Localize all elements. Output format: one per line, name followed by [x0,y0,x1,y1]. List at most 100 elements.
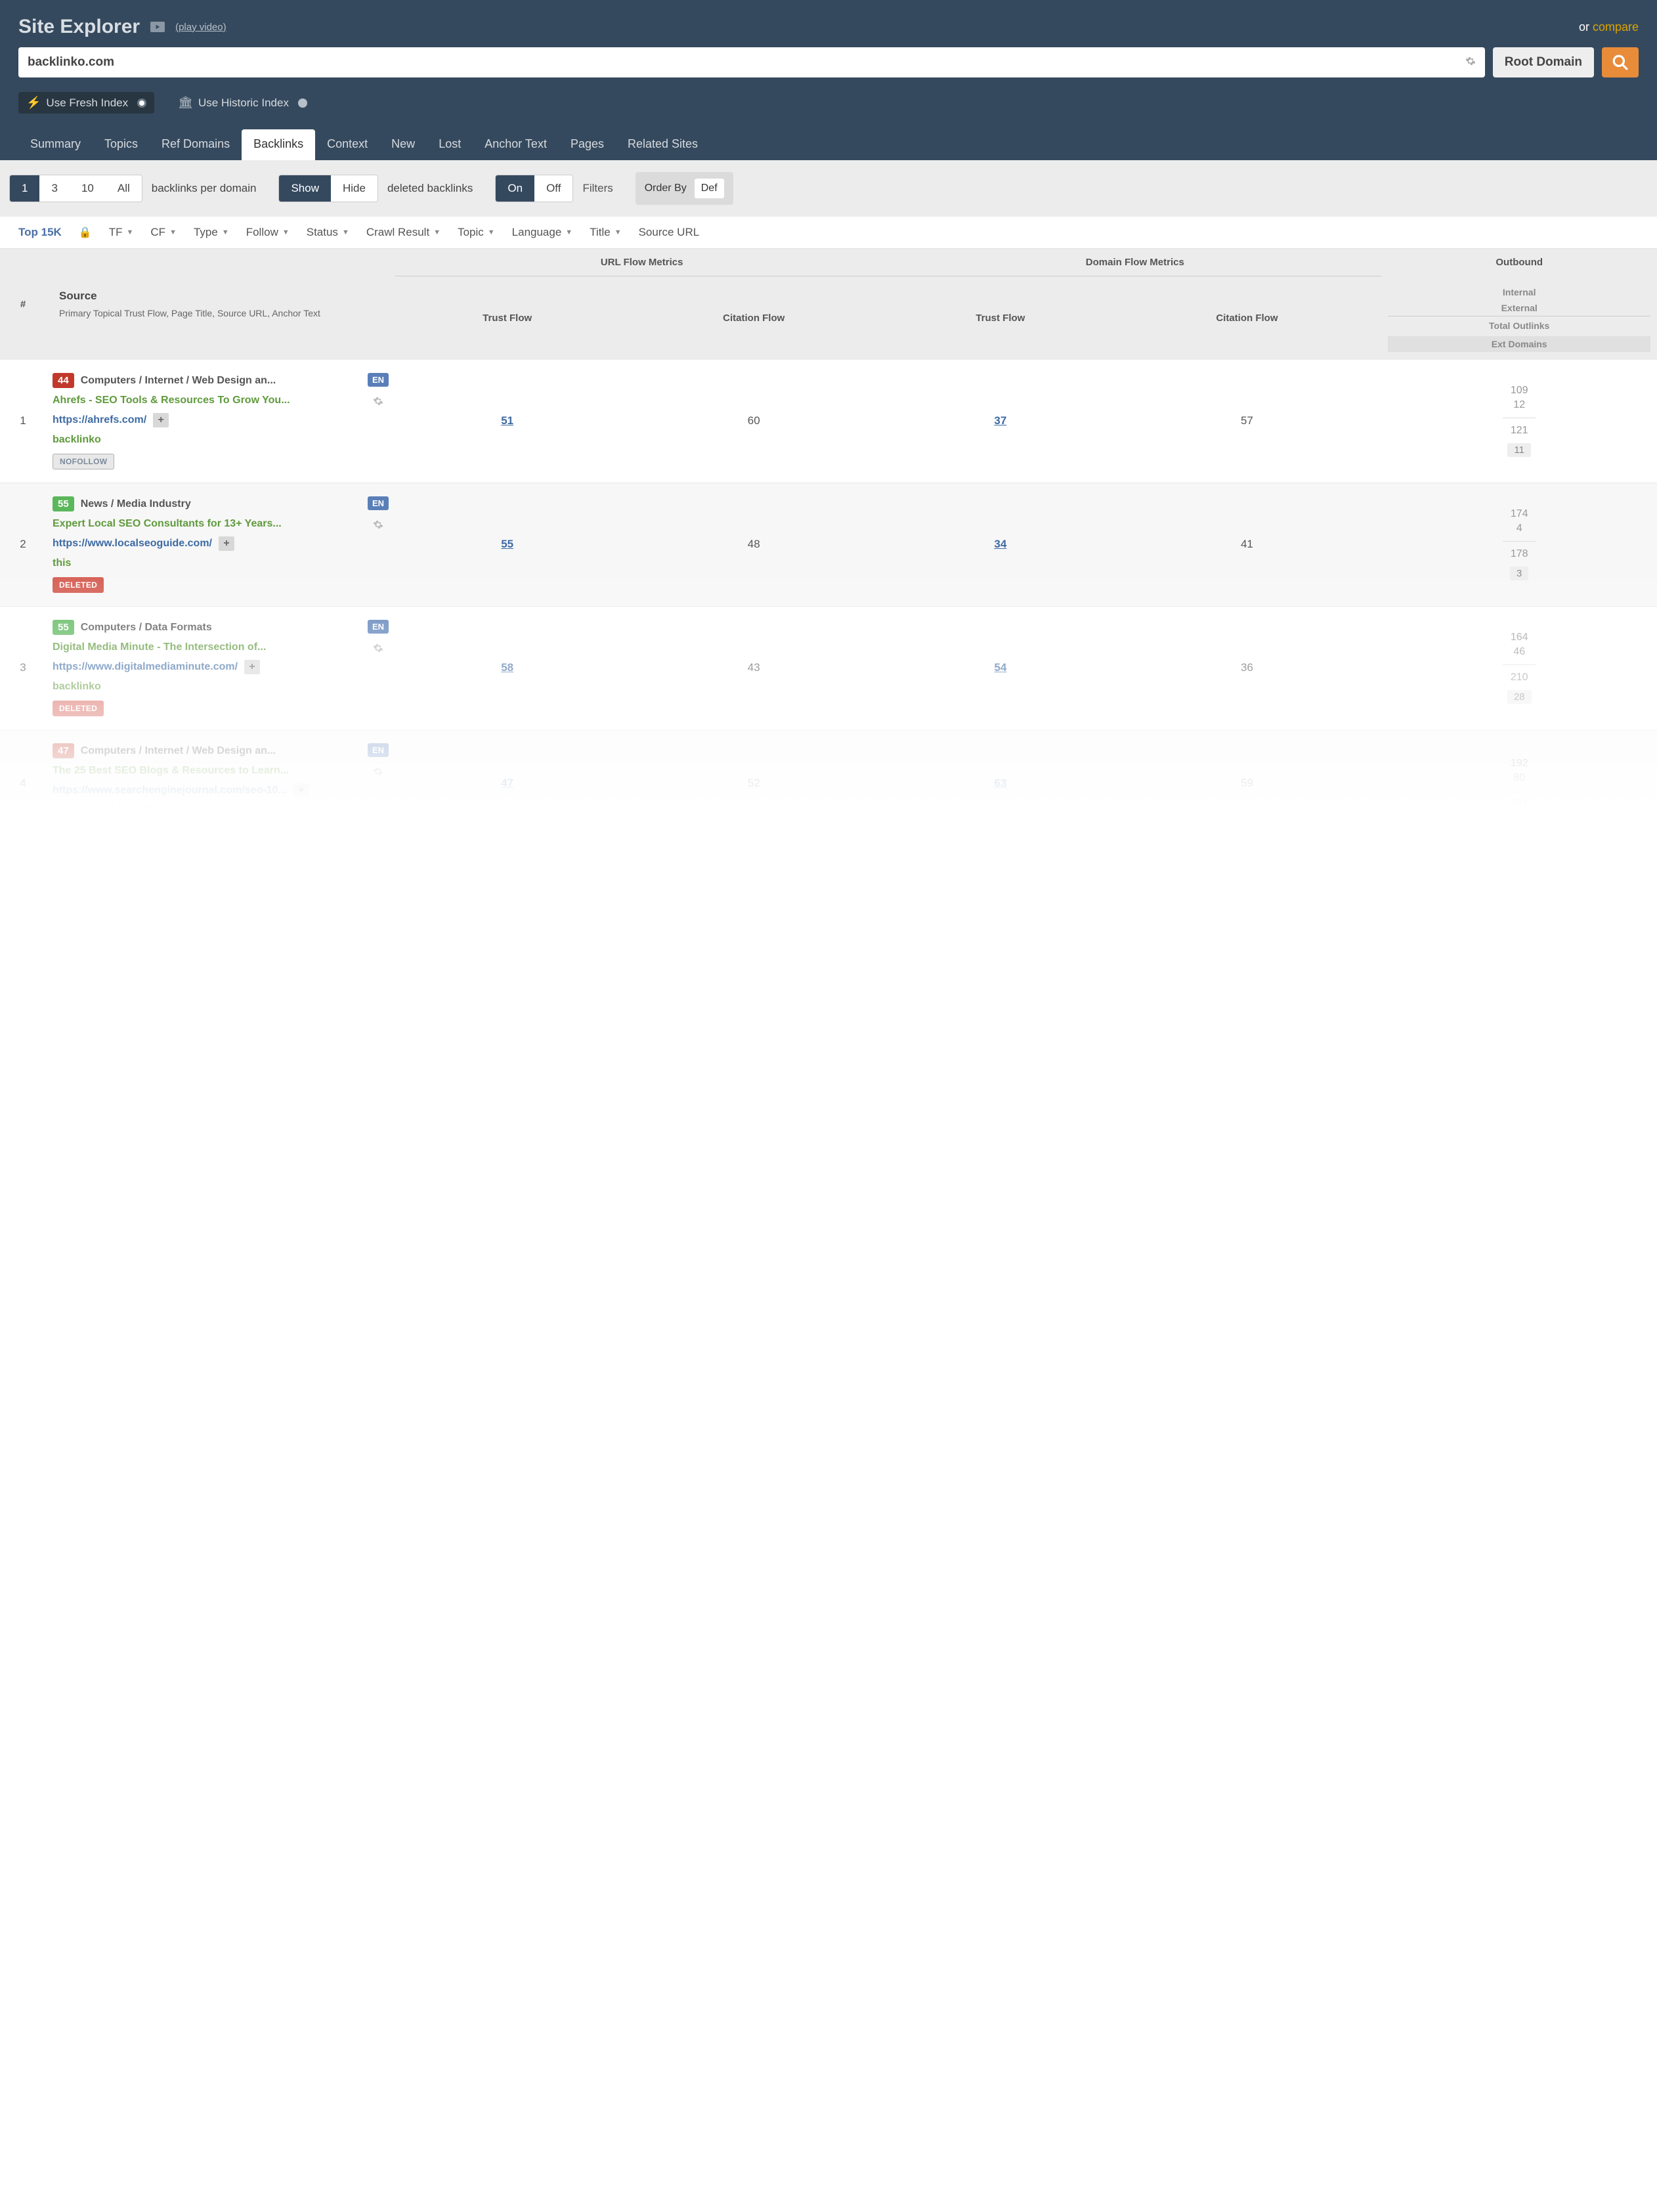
gear-icon[interactable] [373,521,383,532]
off-button[interactable]: Off [534,175,572,202]
url-trust-flow[interactable]: 58 [395,606,619,729]
col-u-tf[interactable]: Trust Flow [395,276,619,360]
lang-gear-cell: EN [361,483,395,606]
on-button[interactable]: On [496,175,534,202]
gear-icon[interactable] [373,398,383,409]
domain-trust-flow[interactable]: 63 [888,729,1112,837]
colfilter-crawl-result[interactable]: Crawl Result ▼ [366,226,441,239]
scope-dropdown[interactable]: Root Domain [1493,47,1594,77]
anchor-text[interactable]: backlinko [53,434,352,446]
colfilter-topic[interactable]: Topic ▼ [458,226,495,239]
topic-text: News / Media Industry [81,498,191,510]
page-title-text[interactable]: Expert Local SEO Consultants for 13+ Yea… [53,518,352,530]
tab-ref-domains[interactable]: Ref Domains [150,129,242,160]
tab-context[interactable]: Context [315,129,379,160]
page-title-text[interactable]: Digital Media Minute - The Intersection … [53,641,352,653]
expand-button[interactable]: + [153,413,169,427]
search-input[interactable] [18,47,1456,77]
outbound-cell: 192 80 281 [1381,729,1657,837]
domain-citation-flow: 41 [1112,483,1381,606]
domain-trust-flow[interactable]: 34 [888,483,1112,606]
source-url-link[interactable]: https://www.searchenginejournal.com/seo-… [53,785,287,796]
colfilter-type[interactable]: Type ▼ [194,226,229,239]
filters-link[interactable]: Filters [573,175,622,202]
page-title-text[interactable]: The 25 Best SEO Blogs & Resources to Lea… [53,765,352,777]
col-d-tf[interactable]: Trust Flow [888,276,1112,360]
video-icon[interactable] [150,22,165,32]
domain-citation-flow: 57 [1112,360,1381,483]
historic-index-option[interactable]: 🏛 Use Historic Index [170,92,315,114]
source-url-link[interactable]: https://ahrefs.com/ [53,414,146,426]
order-by-group: Order By Def [635,172,733,205]
link-tag: DELETED [53,577,104,593]
source-url-link[interactable]: https://www.localseoguide.com/ [53,538,212,550]
link-tag: DELETED [53,701,104,716]
colfilter-follow[interactable]: Follow ▼ [246,226,290,239]
url-trust-flow[interactable]: 55 [395,483,619,606]
anchor-text[interactable]: this [53,557,352,569]
top15k-link[interactable]: Top 15K [18,226,62,239]
anchor-text[interactable]: we analyzed 1.3 million YouTube videos. … [53,804,352,816]
gear-icon[interactable] [373,645,383,656]
url-trust-flow[interactable]: 47 [395,729,619,837]
gear-icon[interactable] [1456,56,1485,70]
colfilter-tf[interactable]: TF ▼ [109,226,134,239]
domain-trust-flow[interactable]: 37 [888,360,1112,483]
tab-pages[interactable]: Pages [559,129,616,160]
expand-button[interactable]: + [219,536,234,551]
tab-related-sites[interactable]: Related Sites [616,129,710,160]
row-index: 3 [0,606,46,729]
play-video-link[interactable]: (play video) [175,22,226,33]
show-hide-segment: Show Hide [278,175,378,202]
col-u-cf[interactable]: Citation Flow [619,276,888,360]
trust-badge: 44 [53,373,74,388]
order-select[interactable]: Def [695,179,724,198]
bank-icon: 🏛 [178,96,193,110]
row-index: 4 [0,729,46,837]
hide-button[interactable]: Hide [331,175,377,202]
expand-button[interactable]: + [244,660,260,674]
expand-button[interactable]: + [293,783,309,798]
colfilter-source-url[interactable]: Source URL [639,226,700,239]
url-citation-flow: 60 [619,360,888,483]
per-domain-3[interactable]: 3 [39,175,69,202]
deleted-label: deleted backlinks [378,175,482,202]
colfilter-cf[interactable]: CF ▼ [150,226,177,239]
radio-on-icon [137,98,146,108]
anchor-text[interactable]: backlinko [53,681,352,693]
tab-new[interactable]: New [379,129,427,160]
url-trust-flow[interactable]: 51 [395,360,619,483]
page-title-text[interactable]: Ahrefs - SEO Tools & Resources To Grow Y… [53,395,352,406]
source-url-link[interactable]: https://www.digitalmediaminute.com/ [53,661,238,673]
trust-badge: 55 [53,620,74,635]
page-title: Site Explorer [18,16,140,38]
tab-lost[interactable]: Lost [427,129,473,160]
row-index: 2 [0,483,46,606]
lang-badge: EN [368,373,389,387]
colfilter-language[interactable]: Language ▼ [512,226,573,239]
outbound-cell: 174 4 178 3 [1381,483,1657,606]
col-d-cf[interactable]: Citation Flow [1112,276,1381,360]
colfilter-status[interactable]: Status ▼ [307,226,349,239]
show-button[interactable]: Show [279,175,331,202]
fresh-index-option[interactable]: ⚡ Use Fresh Index [18,92,154,114]
gear-icon[interactable] [373,768,383,779]
header: Site Explorer (play video) or compare Ro… [0,0,1657,160]
search-wrap [18,47,1485,77]
domain-trust-flow[interactable]: 54 [888,606,1112,729]
per-domain-1[interactable]: 1 [10,175,39,202]
tab-topics[interactable]: Topics [93,129,150,160]
tab-summary[interactable]: Summary [18,129,93,160]
trust-badge: 55 [53,496,74,511]
per-domain-10[interactable]: 10 [70,175,106,202]
tab-backlinks[interactable]: Backlinks [242,129,315,160]
tab-anchor-text[interactable]: Anchor Text [473,129,559,160]
col-outbound-sub: Internal External Total Outlinks Ext Dom… [1381,276,1657,360]
filter-bar: 1310All backlinks per domain Show Hide d… [0,160,1657,217]
colfilter-title[interactable]: Title ▼ [590,226,621,239]
table-row: 4 47Computers / Internet / Web Design an… [0,729,1657,837]
backlinks-table: # Source Primary Topical Trust Flow, Pag… [0,249,1657,838]
search-button[interactable] [1602,47,1639,77]
compare-link[interactable]: compare [1593,20,1639,33]
per-domain-all[interactable]: All [106,175,142,202]
